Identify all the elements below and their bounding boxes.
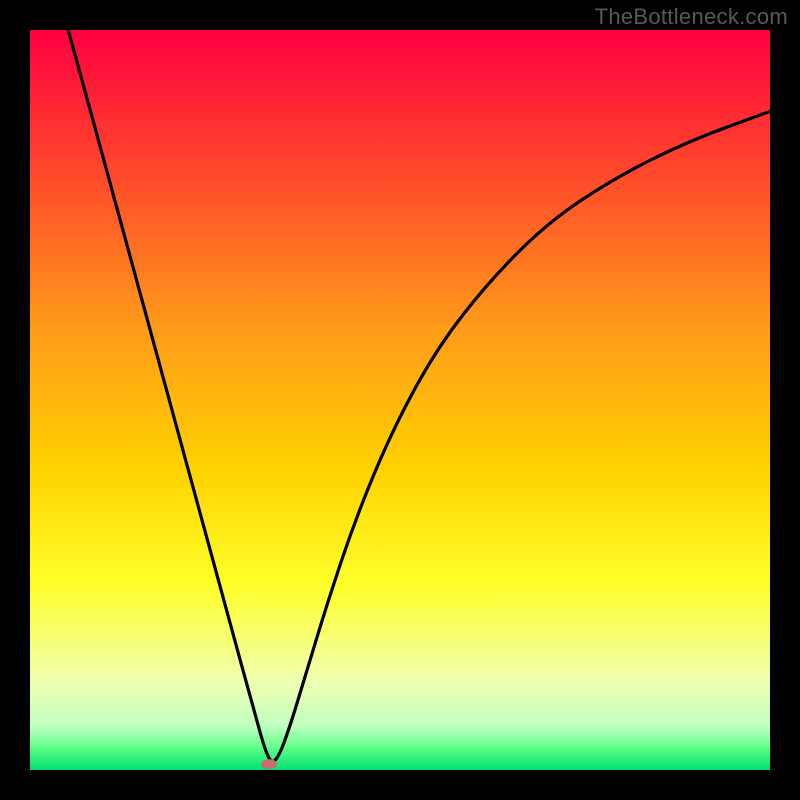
bottleneck-chart	[0, 0, 800, 800]
optimum-marker	[261, 759, 277, 769]
chart-container: TheBottleneck.com	[0, 0, 800, 800]
watermark-text: TheBottleneck.com	[595, 4, 788, 30]
plot-area	[30, 30, 770, 770]
